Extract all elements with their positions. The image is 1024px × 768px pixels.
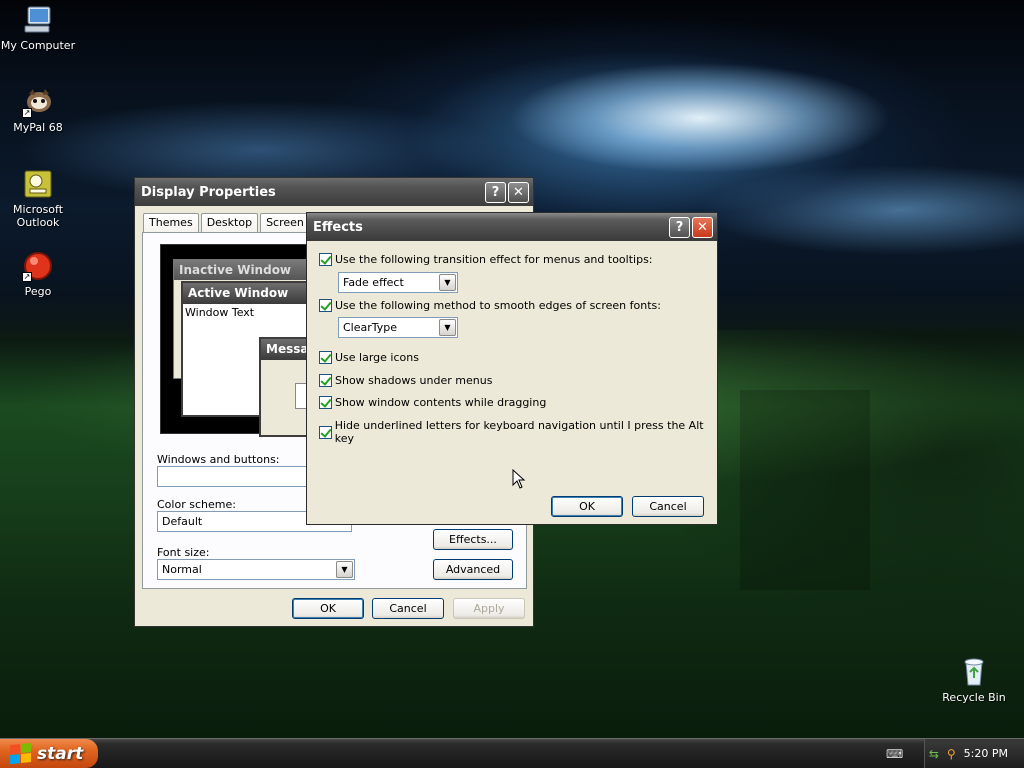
apply-button[interactable]: Apply	[453, 598, 525, 619]
ok-button[interactable]: OK	[292, 598, 364, 619]
smooth-edges-label: Use the following method to smooth edges…	[335, 299, 661, 312]
chevron-down-icon[interactable]: ▼	[336, 561, 353, 578]
transition-effect-checkbox[interactable]: Use the following transition effect for …	[319, 253, 653, 266]
recycle-bin-icon	[958, 656, 990, 688]
desktop-icon-my-computer[interactable]: My Computer	[0, 4, 76, 52]
effects-button[interactable]: Effects...	[433, 529, 513, 550]
display-properties-titlebar[interactable]: Display Properties ? ✕	[135, 178, 533, 206]
smooth-edges-select[interactable]: ClearType ▼	[338, 317, 458, 338]
transition-effect-value: Fade effect	[343, 276, 404, 289]
wallpaper-shadow	[740, 390, 870, 590]
desktop-icon-mypal[interactable]: ↗ MyPal 68	[0, 86, 76, 134]
transition-effect-label: Use the following transition effect for …	[335, 253, 653, 266]
mouse-cursor-icon	[512, 469, 526, 489]
appearance-preview: Inactive Window Active Window Window Tex…	[160, 244, 321, 437]
large-icons-label: Use large icons	[335, 351, 419, 364]
checkbox-checked-icon[interactable]	[319, 425, 332, 439]
tab-desktop[interactable]: Desktop	[200, 213, 259, 232]
checkbox-checked-icon[interactable]	[319, 396, 332, 409]
mypal-browser-icon: ↗	[22, 86, 54, 118]
start-button[interactable]: start	[0, 739, 98, 768]
menu-shadows-label: Show shadows under menus	[335, 374, 493, 387]
effects-dialog: Effects ? ✕ Use the following transition…	[306, 212, 718, 525]
preview-window-text: Window Text	[185, 306, 255, 319]
cancel-button[interactable]: Cancel	[372, 598, 444, 619]
effects-titlebar[interactable]: Effects ? ✕	[307, 213, 717, 241]
color-scheme-value: Default	[162, 515, 203, 528]
transition-effect-select[interactable]: Fade effect ▼	[338, 272, 458, 293]
font-size-value: Normal	[162, 563, 202, 576]
desktop-icon-outlook[interactable]: Microsoft Outlook	[0, 168, 76, 229]
search-icon[interactable]: ⚲	[947, 747, 956, 761]
color-scheme-label: Color scheme:	[157, 498, 236, 511]
shortcut-arrow-icon: ↗	[22, 272, 32, 282]
chevron-down-icon[interactable]: ▼	[439, 274, 456, 291]
tab-themes[interactable]: Themes	[143, 213, 199, 232]
start-label: start	[37, 743, 84, 764]
windows-flag-icon	[10, 742, 32, 764]
pego-icon: ↗	[22, 250, 54, 282]
ok-button[interactable]: OK	[551, 496, 623, 517]
desktop-icon-pego[interactable]: ↗ Pego	[0, 250, 76, 298]
large-icons-checkbox[interactable]: Use large icons	[319, 351, 419, 364]
preview-inactive-title: Inactive Window	[174, 260, 320, 280]
smooth-edges-checkbox[interactable]: Use the following method to smooth edges…	[319, 299, 661, 312]
system-tray: ⇆ ⚲ 5:20 PM	[924, 739, 1024, 768]
hide-underlined-checkbox[interactable]: Hide underlined letters for keyboard nav…	[319, 419, 717, 445]
computer-icon	[22, 4, 54, 36]
network-icon[interactable]: ⇆	[929, 747, 939, 761]
effects-title: Effects	[313, 219, 363, 235]
help-button[interactable]: ?	[485, 181, 506, 203]
window-contents-checkbox[interactable]: Show window contents while dragging	[319, 396, 546, 409]
advanced-button[interactable]: Advanced	[433, 559, 513, 580]
shortcut-arrow-icon: ↗	[22, 108, 32, 118]
font-size-label: Font size:	[157, 546, 210, 559]
cancel-button[interactable]: Cancel	[632, 496, 704, 517]
checkbox-checked-icon[interactable]	[319, 374, 332, 387]
outlook-icon	[22, 168, 54, 200]
help-button[interactable]: ?	[669, 216, 690, 238]
close-button[interactable]: ✕	[692, 216, 713, 238]
window-contents-label: Show window contents while dragging	[335, 396, 547, 409]
chevron-down-icon[interactable]: ▼	[439, 319, 456, 336]
desktop-icon-recycle-bin[interactable]: Recycle Bin	[936, 656, 1012, 704]
windows-buttons-label: Windows and buttons:	[157, 453, 280, 466]
smooth-edges-value: ClearType	[343, 321, 398, 334]
clock[interactable]: 5:20 PM	[964, 747, 1008, 760]
window-title: Display Properties	[141, 184, 276, 200]
keyboard-icon[interactable]: ⌨	[886, 747, 903, 761]
checkbox-checked-icon[interactable]	[319, 299, 332, 312]
menu-shadows-checkbox[interactable]: Show shadows under menus	[319, 374, 492, 387]
checkbox-checked-icon[interactable]	[319, 253, 332, 266]
preview-active-title: Active Window	[183, 283, 319, 304]
font-size-select[interactable]: Normal ▼	[157, 559, 355, 580]
taskbar: start ⌨ ⇆ ⚲ 5:20 PM	[0, 738, 1024, 768]
hide-underlined-label: Hide underlined letters for keyboard nav…	[334, 419, 704, 445]
checkbox-checked-icon[interactable]	[319, 351, 332, 364]
close-button[interactable]: ✕	[508, 181, 529, 203]
